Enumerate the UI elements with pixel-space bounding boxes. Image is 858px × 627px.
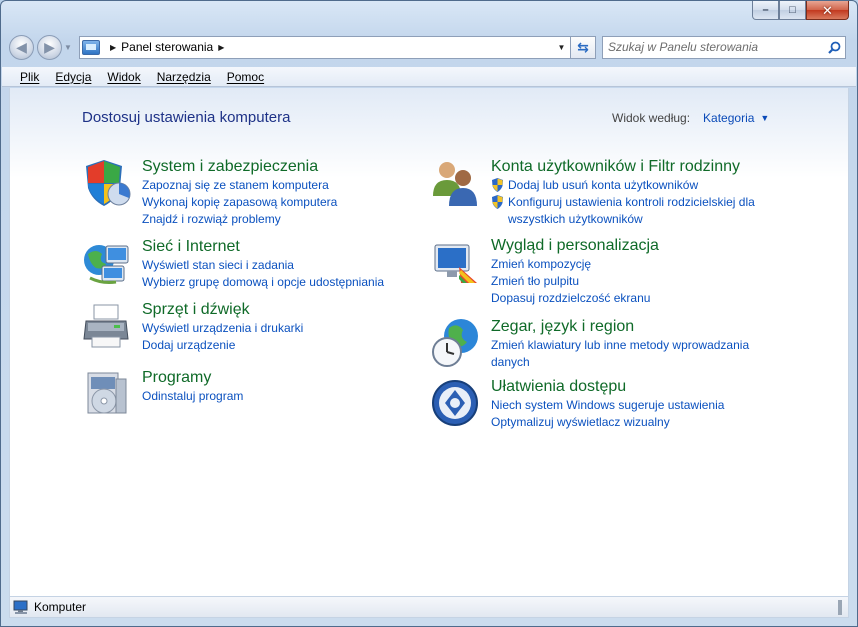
category-title[interactable]: Programy xyxy=(142,369,243,387)
shield-chart-icon xyxy=(86,160,131,206)
category-title[interactable]: Zegar, język i region xyxy=(491,318,749,336)
category-link[interactable]: Konfiguruj ustawienia kontroli rodziciel… xyxy=(491,194,755,211)
category-link[interactable]: Zmień klawiatury lub inne metody wprowad… xyxy=(491,337,749,354)
menu-edit[interactable]: Edycja xyxy=(47,70,99,84)
back-arrow-icon: ◀ xyxy=(16,38,27,55)
computer-icon xyxy=(13,600,28,614)
status-text: Komputer xyxy=(34,600,87,614)
page-title: Dostosuj ustawienia komputera xyxy=(82,109,291,126)
view-by-label: Widok według: xyxy=(612,111,691,125)
back-button[interactable]: ◀ xyxy=(9,34,34,60)
category-link[interactable]: Dodaj lub usuń konta użytkowników xyxy=(491,177,755,194)
menu-help[interactable]: Pomoc xyxy=(219,70,272,84)
printer-icon xyxy=(83,304,129,348)
category-title[interactable]: Ułatwienia dostępu xyxy=(491,378,724,396)
display-icon xyxy=(434,244,477,283)
view-by-dropdown[interactable]: Kategoria xyxy=(703,111,754,125)
refresh-icon: ⇆ xyxy=(577,38,589,55)
minimize-icon: – xyxy=(762,3,769,16)
uac-shield-icon xyxy=(492,178,503,192)
category-link[interactable]: Zmień kompozycję xyxy=(491,256,659,273)
globe-clock-icon xyxy=(432,319,478,367)
forward-button[interactable]: ▶ xyxy=(37,34,62,60)
category-link[interactable]: Zmień tło pulpitu xyxy=(491,273,659,290)
category-system-security: System i zabezpieczenia Zapoznaj się ze … xyxy=(82,158,337,228)
maximize-button[interactable]: □ xyxy=(779,1,806,20)
menu-tools[interactable]: Narzędzia xyxy=(149,70,219,84)
breadcrumb-arrow-icon[interactable]: ▶ xyxy=(110,43,116,52)
users-icon xyxy=(433,162,477,206)
category-programs: Programy Odinstaluj program xyxy=(82,369,243,419)
content-area: Dostosuj ustawienia komputera Widok wedł… xyxy=(9,88,849,596)
caption-buttons: – □ ✕ xyxy=(752,1,849,20)
category-user-accounts: Konta użytkowników i Filtr rodzinny Doda… xyxy=(431,158,755,228)
category-appearance: Wygląd i personalizacja Zmień kompozycję… xyxy=(431,237,659,307)
breadcrumb-arrow-icon[interactable]: ▶ xyxy=(218,43,224,52)
close-icon: ✕ xyxy=(822,2,833,18)
control-panel-icon xyxy=(82,39,100,55)
control-panel-window: – □ ✕ ◀ ▶ ▼ ▶ Panel sterowania ▶ ▼ ⇆ Pli… xyxy=(0,0,858,627)
breadcrumb-control-panel[interactable]: Panel sterowania xyxy=(121,40,213,54)
category-link[interactable]: Odinstaluj program xyxy=(142,388,243,405)
category-title[interactable]: System i zabezpieczenia xyxy=(142,158,337,176)
category-network-internet: Sieć i Internet Wyświetl stan sieci i za… xyxy=(82,238,384,291)
maximize-icon: □ xyxy=(789,3,796,16)
search-icon[interactable] xyxy=(823,37,845,58)
category-link[interactable]: Wybierz grupę domową i opcje udostępnian… xyxy=(142,274,384,291)
category-ease-of-access: Ułatwienia dostępu Niech system Windows … xyxy=(431,378,724,431)
view-by: Widok według: Kategoria ▼ xyxy=(612,111,769,125)
navigation-bar: ◀ ▶ ▼ ▶ Panel sterowania ▶ ▼ ⇆ xyxy=(9,34,849,60)
address-bar[interactable]: ▶ Panel sterowania ▶ ▼ xyxy=(79,35,571,59)
category-link[interactable]: Dopasuj rozdzielczość ekranu xyxy=(491,290,659,307)
close-button[interactable]: ✕ xyxy=(806,1,849,20)
category-link[interactable]: Wyświetl stan sieci i zadania xyxy=(142,257,384,274)
category-link[interactable]: Wykonaj kopię zapasową komputera xyxy=(142,194,337,211)
category-link[interactable]: Znajdź i rozwiąż problemy xyxy=(142,211,337,228)
refresh-button[interactable]: ⇆ xyxy=(571,35,596,59)
resize-grip[interactable] xyxy=(838,600,842,615)
category-title[interactable]: Sprzęt i dźwięk xyxy=(142,301,303,319)
category-link[interactable]: Dodaj urządzenie xyxy=(142,337,303,354)
category-link[interactable]: Wyświetl urządzenia i drukarki xyxy=(142,320,303,337)
chevron-down-icon[interactable]: ▼ xyxy=(760,113,769,123)
network-icon xyxy=(84,245,129,284)
menu-bar: Plik Edycja Widok Narzędzia Pomoc xyxy=(2,67,856,87)
minimize-button[interactable]: – xyxy=(752,1,779,20)
category-link[interactable]: wszystkich użytkowników xyxy=(491,211,755,228)
category-hardware-sound: Sprzęt i dźwięk Wyświetl urządzenia i dr… xyxy=(82,301,303,354)
menu-view[interactable]: Widok xyxy=(99,70,148,84)
category-link[interactable]: Zapoznaj się ze stanem komputera xyxy=(142,177,337,194)
uac-shield-icon xyxy=(492,195,503,209)
address-dropdown-button[interactable]: ▼ xyxy=(553,37,570,58)
category-title[interactable]: Sieć i Internet xyxy=(142,238,384,256)
category-link[interactable]: Optymalizuj wyświetlacz wizualny xyxy=(491,414,724,431)
status-bar: Komputer xyxy=(9,596,849,618)
category-link[interactable]: Niech system Windows sugeruje ustawienia xyxy=(491,397,724,414)
category-link[interactable]: danych xyxy=(491,354,749,371)
recent-pages-dropdown[interactable]: ▼ xyxy=(64,43,74,52)
forward-arrow-icon: ▶ xyxy=(44,38,55,55)
accessibility-icon xyxy=(432,380,478,426)
category-title[interactable]: Konta użytkowników i Filtr rodzinny xyxy=(491,158,755,176)
category-clock-language-region: Zegar, język i region Zmień klawiatury l… xyxy=(431,318,749,371)
search-input[interactable] xyxy=(608,40,823,54)
category-title[interactable]: Wygląd i personalizacja xyxy=(491,237,659,255)
menu-file[interactable]: Plik xyxy=(12,70,47,84)
programs-icon xyxy=(87,372,127,414)
search-box[interactable] xyxy=(602,35,846,59)
